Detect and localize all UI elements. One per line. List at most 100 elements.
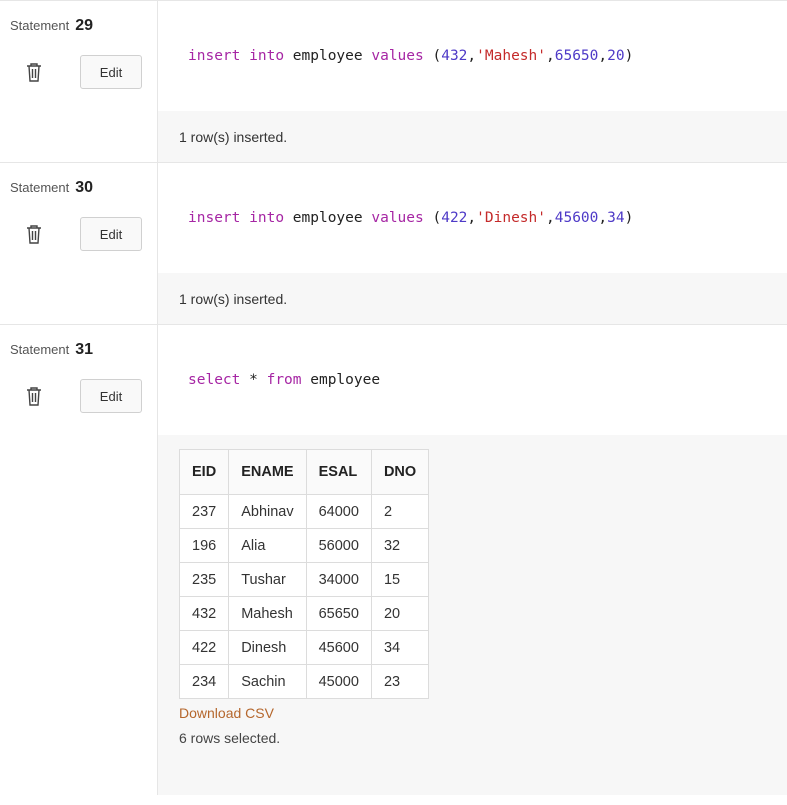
result-set: EID ENAME ESAL DNO 237 Abhinav 64000 2 196 Alia 5… xyxy=(158,435,787,795)
statement-body: select * from employee EID ENAME ESAL DNO 2… xyxy=(158,325,787,795)
code-token: into xyxy=(249,48,285,64)
edit-button[interactable]: Edit xyxy=(80,379,142,413)
sql-code[interactable]: insert into employee values (422, 'Dinesh… xyxy=(158,163,787,273)
table-cell: 234 xyxy=(178,664,230,699)
table-row: 196 Alia 56000 32 xyxy=(178,528,430,563)
table-cell: 422 xyxy=(178,630,230,665)
table-cell: 34 xyxy=(370,630,430,665)
statement-label: Statement xyxy=(10,18,70,33)
column-header-eid: EID xyxy=(178,449,230,495)
code-token: 432 xyxy=(441,48,468,64)
table-cell: 56000 xyxy=(305,528,372,563)
statement-actions: Edit xyxy=(0,55,157,89)
result-message: 1 row(s) inserted. xyxy=(158,111,787,162)
statement-gutter: Statement 29 Edit xyxy=(0,1,158,162)
table-cell: 2 xyxy=(370,494,430,529)
statement-body: insert into employee values (432, 'Mahesh… xyxy=(158,1,787,162)
table-cell: Mahesh xyxy=(228,596,307,631)
statement-actions: Edit xyxy=(0,217,157,251)
column-header-ename: ENAME xyxy=(228,449,307,495)
table-cell: 196 xyxy=(178,528,230,563)
code-token: 34 xyxy=(607,210,625,226)
table-row: 234 Sachin 45000 23 xyxy=(178,664,430,699)
trash-icon[interactable] xyxy=(24,61,44,83)
code-token: 'Dinesh' xyxy=(476,210,546,226)
table-cell: 432 xyxy=(178,596,230,631)
statement-label: Statement xyxy=(10,180,70,195)
table-cell: 45000 xyxy=(305,664,372,699)
code-token: , xyxy=(546,48,555,64)
table-body: 237 Abhinav 64000 2 196 Alia 56000 32 235 Tushar 3… xyxy=(178,494,430,699)
edit-button[interactable]: Edit xyxy=(80,217,142,251)
result-table: EID ENAME ESAL DNO 237 Abhinav 64000 2 196 Alia 5… xyxy=(178,449,430,699)
download-csv-link[interactable]: Download CSV xyxy=(179,705,787,721)
table-cell: 64000 xyxy=(305,494,372,529)
table-row: 235 Tushar 34000 15 xyxy=(178,562,430,597)
table-row: 422 Dinesh 45600 34 xyxy=(178,630,430,665)
code-token: 422 xyxy=(441,210,468,226)
code-token: ( xyxy=(423,210,442,226)
code-token: , xyxy=(598,210,608,226)
table-cell: Dinesh xyxy=(228,630,307,665)
code-token: values xyxy=(371,48,424,64)
code-token: , xyxy=(467,48,477,64)
table-cell: 15 xyxy=(370,562,430,597)
statement-number: 31 xyxy=(75,341,94,358)
statement-29: Statement 29 Edit insert into employee va… xyxy=(0,1,787,163)
table-cell: 65650 xyxy=(305,596,372,631)
code-token: , xyxy=(467,210,477,226)
sql-code[interactable]: select * from employee xyxy=(158,325,787,435)
code-token: , xyxy=(546,210,555,226)
code-token: 45600 xyxy=(554,210,599,226)
code-token: employee xyxy=(284,210,372,226)
code-token: 65650 xyxy=(554,48,599,64)
sql-code[interactable]: insert into employee values (432, 'Mahesh… xyxy=(158,1,787,111)
column-header-esal: ESAL xyxy=(305,449,372,495)
trash-icon[interactable] xyxy=(24,385,44,407)
table-cell: Abhinav xyxy=(228,494,307,529)
table-row: 432 Mahesh 65650 20 xyxy=(178,596,430,631)
trash-icon[interactable] xyxy=(24,223,44,245)
code-token: ) xyxy=(624,48,634,64)
table-cell: Sachin xyxy=(228,664,307,699)
table-cell: 235 xyxy=(178,562,230,597)
code-token: insert xyxy=(188,210,241,226)
code-token: ( xyxy=(423,48,442,64)
column-header-dno: DNO xyxy=(370,449,430,495)
table-cell: 23 xyxy=(370,664,430,699)
code-token: ) xyxy=(624,210,634,226)
rows-selected-message: 6 rows selected. xyxy=(179,730,281,746)
statement-gutter: Statement 31 Edit xyxy=(0,325,158,795)
statement-actions: Edit xyxy=(0,379,157,413)
code-token: * xyxy=(240,372,267,388)
table-row: 237 Abhinav 64000 2 xyxy=(178,494,430,529)
code-token: insert xyxy=(188,48,241,64)
code-token: into xyxy=(249,210,285,226)
edit-button[interactable]: Edit xyxy=(80,55,142,89)
code-token: from xyxy=(266,372,302,388)
table-cell: 45600 xyxy=(305,630,372,665)
code-token: 20 xyxy=(607,48,625,64)
statement-body: insert into employee values (422, 'Dinesh… xyxy=(158,163,787,324)
statement-number: 30 xyxy=(75,179,94,196)
statement-number: 29 xyxy=(75,17,94,34)
statement-gutter: Statement 30 Edit xyxy=(0,163,158,324)
table-cell: Tushar xyxy=(228,562,307,597)
table-cell: 32 xyxy=(370,528,430,563)
statement-label: Statement xyxy=(10,342,70,357)
code-token: employee xyxy=(284,48,372,64)
statement-31: Statement 31 Edit select * from employee … xyxy=(0,325,787,795)
code-token: values xyxy=(371,210,424,226)
code-token: , xyxy=(598,48,608,64)
table-cell: 20 xyxy=(370,596,430,631)
table-cell: Alia xyxy=(228,528,307,563)
table-cell: 34000 xyxy=(305,562,372,597)
result-message: 1 row(s) inserted. xyxy=(158,273,787,324)
table-header-row: EID ENAME ESAL DNO xyxy=(178,449,430,495)
table-cell: 237 xyxy=(178,494,230,529)
code-token: employee xyxy=(301,372,381,388)
sql-worksheet-output: Statement 29 Edit insert into employee va… xyxy=(0,0,787,805)
statement-30: Statement 30 Edit insert into employee va… xyxy=(0,163,787,325)
